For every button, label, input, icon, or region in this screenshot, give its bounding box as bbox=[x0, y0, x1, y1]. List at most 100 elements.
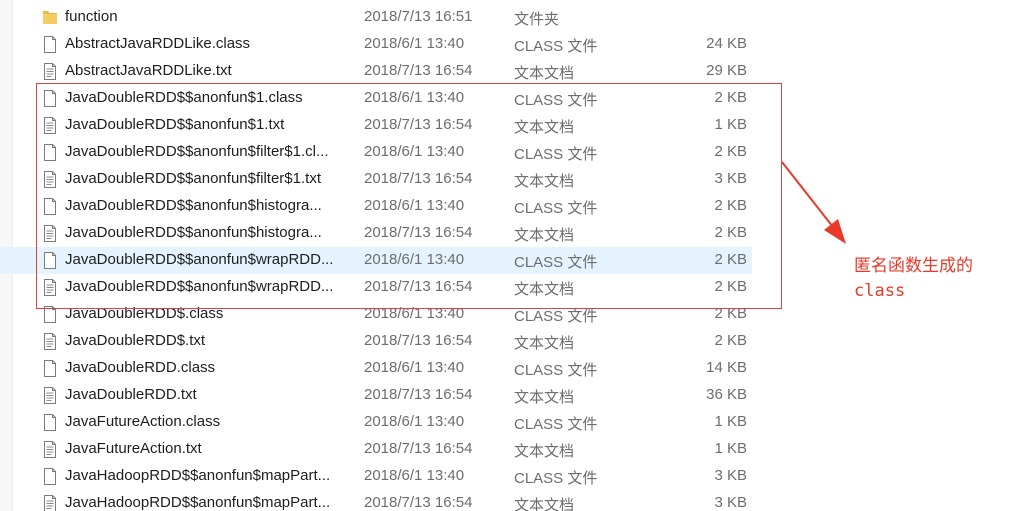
annotation-line-1: 匿名函数生成的 bbox=[854, 256, 973, 276]
file-size: 1 KB bbox=[714, 116, 747, 133]
annotation-text: 匿名函数生成的 class bbox=[854, 254, 973, 304]
file-date-modified: 2018/6/1 13:40 bbox=[364, 251, 465, 268]
file-icon bbox=[42, 251, 58, 270]
text-file-icon bbox=[42, 278, 58, 297]
file-size: 2 KB bbox=[714, 224, 747, 241]
file-size: 24 KB bbox=[706, 35, 747, 52]
file-type: CLASS 文件 bbox=[514, 254, 598, 271]
text-file-icon bbox=[42, 440, 58, 459]
file-icon bbox=[42, 467, 58, 486]
file-row[interactable]: function 2018/7/13 16:51 文件夹 bbox=[0, 4, 752, 31]
file-type: CLASS 文件 bbox=[514, 200, 598, 217]
file-type: CLASS 文件 bbox=[514, 146, 598, 163]
file-name: JavaDoubleRDD$.class bbox=[65, 305, 224, 322]
file-name: JavaDoubleRDD$$anonfun$histogra... bbox=[65, 197, 322, 214]
file-date-modified: 2018/6/1 13:40 bbox=[364, 359, 465, 376]
file-name: JavaFutureAction.txt bbox=[65, 440, 202, 457]
file-row[interactable]: JavaFutureAction.txt 2018/7/13 16:54 文本文档 1… bbox=[0, 436, 752, 463]
file-size: 2 KB bbox=[714, 89, 747, 106]
text-file-icon bbox=[42, 170, 58, 189]
file-name: JavaHadoopRDD$$anonfun$mapPart... bbox=[65, 494, 331, 511]
file-date-modified: 2018/7/13 16:54 bbox=[364, 332, 473, 349]
file-row[interactable]: JavaFutureAction.class 2018/6/1 13:40 CLAS… bbox=[0, 409, 752, 436]
file-size: 2 KB bbox=[714, 251, 747, 268]
file-row[interactable]: JavaHadoopRDD$$anonfun$mapPart... 2018/6/… bbox=[0, 463, 752, 490]
file-size: 2 KB bbox=[714, 305, 747, 322]
file-name: JavaDoubleRDD.class bbox=[65, 359, 216, 376]
file-date-modified: 2018/7/13 16:51 bbox=[364, 8, 473, 25]
file-row[interactable]: JavaDoubleRDD$$anonfun$filter$1.cl... 201… bbox=[0, 139, 752, 166]
file-name: JavaDoubleRDD$$anonfun$wrapRDD... bbox=[65, 251, 334, 268]
file-name: JavaDoubleRDD$$anonfun$filter$1.txt bbox=[65, 170, 321, 187]
file-row[interactable]: AbstractJavaRDDLike.txt 2018/7/13 16:54 文本… bbox=[0, 58, 752, 85]
file-type: 文本文档 bbox=[514, 65, 575, 82]
file-date-modified: 2018/6/1 13:40 bbox=[364, 35, 465, 52]
file-icon bbox=[42, 413, 58, 432]
annotation-line-2: class bbox=[854, 281, 906, 301]
file-date-modified: 2018/6/1 13:40 bbox=[364, 305, 465, 322]
file-size: 2 KB bbox=[714, 332, 747, 349]
file-row[interactable]: JavaDoubleRDD$.class 2018/6/1 13:40 CLASS … bbox=[0, 301, 752, 328]
file-date-modified: 2018/7/13 16:54 bbox=[364, 278, 473, 295]
file-icon bbox=[42, 89, 58, 108]
text-file-icon bbox=[42, 386, 58, 405]
file-size: 36 KB bbox=[706, 386, 747, 403]
file-name: JavaDoubleRDD$$anonfun$1.class bbox=[65, 89, 303, 106]
file-row[interactable]: JavaDoubleRDD.class 2018/6/1 13:40 CLASS 文… bbox=[0, 355, 752, 382]
file-name: AbstractJavaRDDLike.class bbox=[65, 35, 251, 52]
file-size: 14 KB bbox=[706, 359, 747, 376]
file-row[interactable]: JavaDoubleRDD$$anonfun$wrapRDD... 2018/7/… bbox=[0, 274, 752, 301]
file-type: 文本文档 bbox=[514, 335, 575, 352]
file-type: 文本文档 bbox=[514, 119, 575, 136]
file-row[interactable]: JavaDoubleRDD$.txt 2018/7/13 16:54 文本文档 2 K… bbox=[0, 328, 752, 355]
file-type: 文件夹 bbox=[514, 11, 560, 28]
file-size: 2 KB bbox=[714, 197, 747, 214]
file-size: 1 KB bbox=[714, 413, 747, 430]
file-row[interactable]: JavaDoubleRDD$$anonfun$histogra... 2018/7… bbox=[0, 220, 752, 247]
file-name: JavaHadoopRDD$$anonfun$mapPart... bbox=[65, 467, 331, 484]
file-row[interactable]: JavaDoubleRDD$$anonfun$histogra... 2018/6… bbox=[0, 193, 752, 220]
file-date-modified: 2018/7/13 16:54 bbox=[364, 494, 473, 511]
file-type: 文本文档 bbox=[514, 389, 575, 406]
file-size: 2 KB bbox=[714, 143, 747, 160]
file-date-modified: 2018/6/1 13:40 bbox=[364, 143, 465, 160]
file-date-modified: 2018/7/13 16:54 bbox=[364, 224, 473, 241]
file-explorer-view: function 2018/7/13 16:51 文件夹 AbstractJavaRD… bbox=[0, 0, 1029, 511]
file-name: JavaDoubleRDD$.txt bbox=[65, 332, 206, 349]
file-row[interactable]: JavaDoubleRDD$$anonfun$1.class 2018/6/1 1… bbox=[0, 85, 752, 112]
file-type: CLASS 文件 bbox=[514, 92, 598, 109]
file-row[interactable]: JavaDoubleRDD.txt 2018/7/13 16:54 文本文档 36 K… bbox=[0, 382, 752, 409]
file-type: 文本文档 bbox=[514, 227, 575, 244]
file-list: function 2018/7/13 16:51 文件夹 AbstractJavaRD… bbox=[0, 4, 760, 511]
text-file-icon bbox=[42, 494, 58, 511]
file-name: JavaDoubleRDD$$anonfun$histogra... bbox=[65, 224, 322, 241]
file-type: CLASS 文件 bbox=[514, 470, 598, 487]
file-type: CLASS 文件 bbox=[514, 308, 598, 325]
file-icon bbox=[42, 359, 58, 378]
file-name: JavaDoubleRDD.txt bbox=[65, 386, 197, 403]
file-type: 文本文档 bbox=[514, 281, 575, 298]
file-row[interactable]: JavaDoubleRDD$$anonfun$filter$1.txt 2018/… bbox=[0, 166, 752, 193]
text-file-icon bbox=[42, 224, 58, 243]
file-icon bbox=[42, 35, 58, 54]
text-file-icon bbox=[42, 332, 58, 351]
file-row[interactable]: AbstractJavaRDDLike.class 2018/6/1 13:40 C… bbox=[0, 31, 752, 58]
file-row[interactable]: JavaDoubleRDD$$anonfun$wrapRDD... 2018/6/… bbox=[0, 247, 752, 274]
file-icon bbox=[42, 143, 58, 162]
file-size: 1 KB bbox=[714, 440, 747, 457]
file-date-modified: 2018/6/1 13:40 bbox=[364, 89, 465, 106]
file-name: AbstractJavaRDDLike.txt bbox=[65, 62, 232, 79]
file-row[interactable]: JavaDoubleRDD$$anonfun$1.txt 2018/7/13 16… bbox=[0, 112, 752, 139]
file-icon bbox=[42, 197, 58, 216]
file-row[interactable]: JavaHadoopRDD$$anonfun$mapPart... 2018/7/… bbox=[0, 490, 752, 511]
folder-icon bbox=[42, 8, 58, 27]
file-name: JavaDoubleRDD$$anonfun$filter$1.cl... bbox=[65, 143, 329, 160]
file-date-modified: 2018/6/1 13:40 bbox=[364, 197, 465, 214]
file-size: 29 KB bbox=[706, 62, 747, 79]
file-name: JavaFutureAction.class bbox=[65, 413, 221, 430]
file-date-modified: 2018/7/13 16:54 bbox=[364, 62, 473, 79]
file-name: function bbox=[65, 8, 118, 25]
file-type: 文本文档 bbox=[514, 443, 575, 460]
file-date-modified: 2018/7/13 16:54 bbox=[364, 170, 473, 187]
file-type: CLASS 文件 bbox=[514, 362, 598, 379]
